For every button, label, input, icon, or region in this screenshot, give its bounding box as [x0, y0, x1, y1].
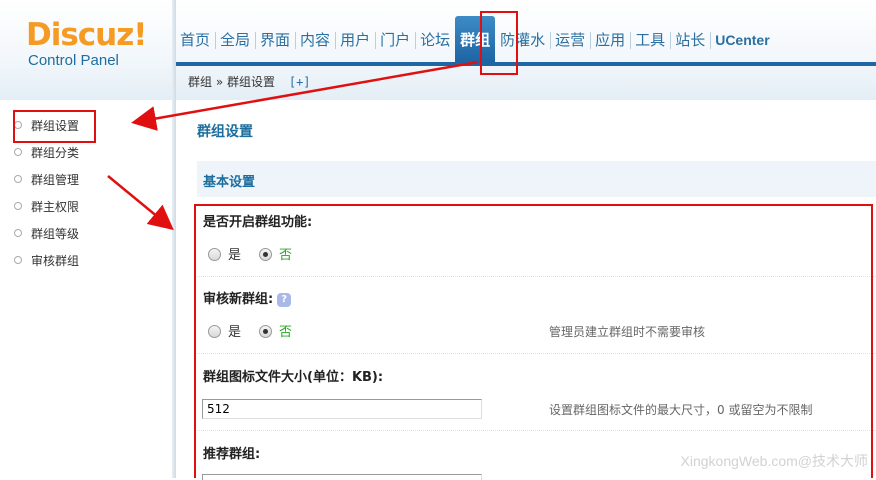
bullet-icon	[14, 148, 22, 156]
sidebar-item-label: 审核群组	[31, 254, 80, 268]
nav-operation[interactable]: 运营	[550, 18, 590, 62]
logo-word: Discuz!	[26, 17, 147, 53]
section-header: 基本设置	[197, 161, 876, 197]
sidebar: 群组设置 群组分类 群组管理 群主权限 群组等级 审核群组	[0, 100, 172, 478]
nav-global[interactable]: 全局	[215, 18, 255, 62]
sidebar-item-review-groups[interactable]: 审核群组	[14, 250, 79, 272]
nav-underline	[172, 62, 876, 66]
nav-forum[interactable]: 论坛	[415, 18, 455, 62]
nav-interface[interactable]: 界面	[255, 18, 295, 62]
bullet-icon	[14, 229, 22, 237]
sidebar-item-owner-permissions[interactable]: 群主权限	[14, 196, 79, 218]
breadcrumb-current: 群组设置	[227, 75, 276, 89]
annotation-box-sidebar	[13, 110, 96, 143]
page-title: 群组设置	[197, 124, 253, 140]
sidebar-item-label: 群主权限	[31, 200, 80, 214]
sidebar-item-group-management[interactable]: 群组管理	[14, 169, 79, 191]
nav-users[interactable]: 用户	[335, 18, 375, 62]
sidebar-item-label: 群组管理	[31, 173, 80, 187]
nav-apps[interactable]: 应用	[590, 18, 630, 62]
top-nav: 首页 全局 界面 内容 用户 门户 论坛 群组 防灌水 运营 应用 工具 站长 …	[175, 16, 775, 62]
bullet-icon	[14, 202, 22, 210]
nav-ucenter[interactable]: UCenter	[710, 18, 774, 62]
logo-subtitle: Control Panel	[28, 52, 119, 69]
section-title: 基本设置	[203, 175, 256, 190]
sidebar-item-group-levels[interactable]: 群组等级	[14, 223, 79, 245]
add-shortcut-link[interactable]: [+]	[289, 75, 311, 89]
breadcrumb: 群组 » 群组设置 [+]	[188, 73, 311, 90]
annotation-box-nav	[480, 11, 518, 75]
nav-portal[interactable]: 门户	[375, 18, 415, 62]
nav-content[interactable]: 内容	[295, 18, 335, 62]
bullet-icon	[14, 175, 22, 183]
bullet-icon	[14, 256, 22, 264]
sidebar-item-group-categories[interactable]: 群组分类	[14, 142, 79, 164]
breadcrumb-separator: »	[215, 75, 224, 89]
breadcrumb-root[interactable]: 群组	[188, 75, 212, 89]
nav-admin[interactable]: 站长	[670, 18, 710, 62]
header: Discuz! Control Panel 首页 全局 界面 内容 用户 门户 …	[0, 0, 876, 100]
annotation-box-settings	[194, 204, 873, 478]
logo[interactable]: Discuz! Control Panel	[26, 18, 166, 78]
nav-home[interactable]: 首页	[175, 18, 215, 62]
sidebar-item-label: 群组等级	[31, 227, 80, 241]
nav-tools[interactable]: 工具	[630, 18, 670, 62]
sidebar-item-label: 群组分类	[31, 146, 80, 160]
